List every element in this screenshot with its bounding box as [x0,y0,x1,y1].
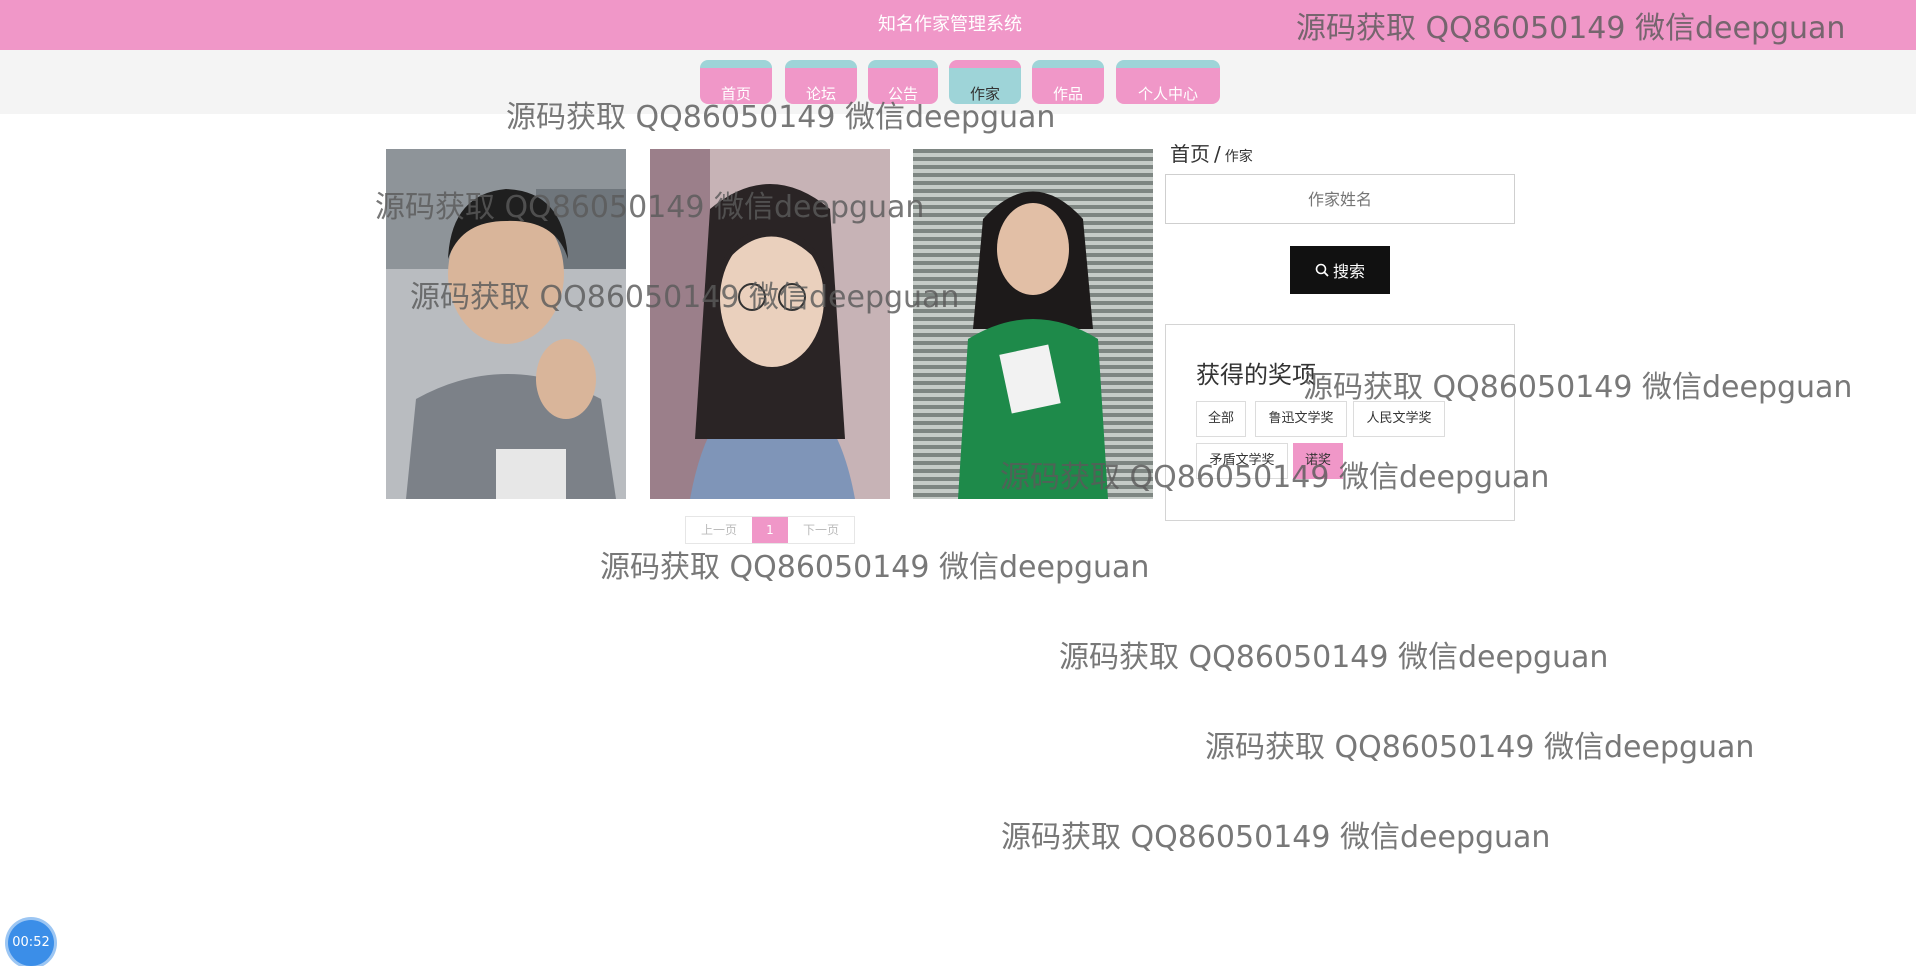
site-title: 知名作家管理系统 [878,14,1022,35]
writer-photo-woman-green [913,149,1153,499]
watermark: 源码获取 QQ86050149 微信deepguan [1205,730,1755,765]
award-tag-nobel[interactable]: 诺奖 [1293,443,1343,479]
nav-personal-center[interactable]: 个人中心 [1116,60,1220,104]
pagination: 上一页 1 下一页 [685,516,855,544]
nav-bar: 首页 论坛 公告 作家 作品 个人中心 [0,50,1916,114]
nav-notice[interactable]: 公告 [868,60,938,104]
watermark: 源码获取 QQ86050149 微信deepguan [1001,820,1551,855]
next-page-button[interactable]: 下一页 [788,517,854,543]
breadcrumb-current: 作家 [1224,149,1253,165]
award-tag-luxun[interactable]: 鲁迅文学奖 [1255,401,1347,437]
award-tag-all[interactable]: 全部 [1196,401,1246,437]
breadcrumb: 首页 / 作家 [1170,138,1253,167]
nav-home[interactable]: 首页 [700,60,772,104]
nav-works[interactable]: 作品 [1032,60,1104,104]
writer-card-1[interactable] [386,149,626,499]
writer-photo-woman-glasses [650,149,890,499]
writer-name-search-input[interactable] [1165,174,1515,224]
search-button-label: 搜索 [1332,262,1365,281]
header-bar: 知名作家管理系统 [0,0,1916,50]
prev-page-button[interactable]: 上一页 [686,517,752,543]
award-tag-renmin[interactable]: 人民文学奖 [1353,401,1445,437]
breadcrumb-separator: / [1214,142,1221,166]
award-tag-maodun[interactable]: 矛盾文学奖 [1196,443,1288,479]
awards-panel: 获得的奖项 全部 鲁迅文学奖 人民文学奖 矛盾文学奖 诺奖 [1165,324,1515,521]
current-page[interactable]: 1 [752,517,788,543]
nav-writer[interactable]: 作家 [949,60,1021,104]
watermark: 源码获取 QQ86050149 微信deepguan [1059,640,1609,675]
awards-title: 获得的奖项 [1196,361,1316,389]
watermark: 源码获取 QQ86050149 微信deepguan [600,550,1150,585]
search-icon [1315,263,1329,277]
writer-card-3[interactable] [913,149,1153,499]
writer-photo-man [386,149,626,499]
nav-forum[interactable]: 论坛 [785,60,857,104]
breadcrumb-home[interactable]: 首页 [1170,142,1210,166]
search-button[interactable]: 搜索 [1290,246,1390,294]
writer-card-2[interactable] [650,149,890,499]
timer-badge[interactable]: 00:52 [8,920,54,966]
